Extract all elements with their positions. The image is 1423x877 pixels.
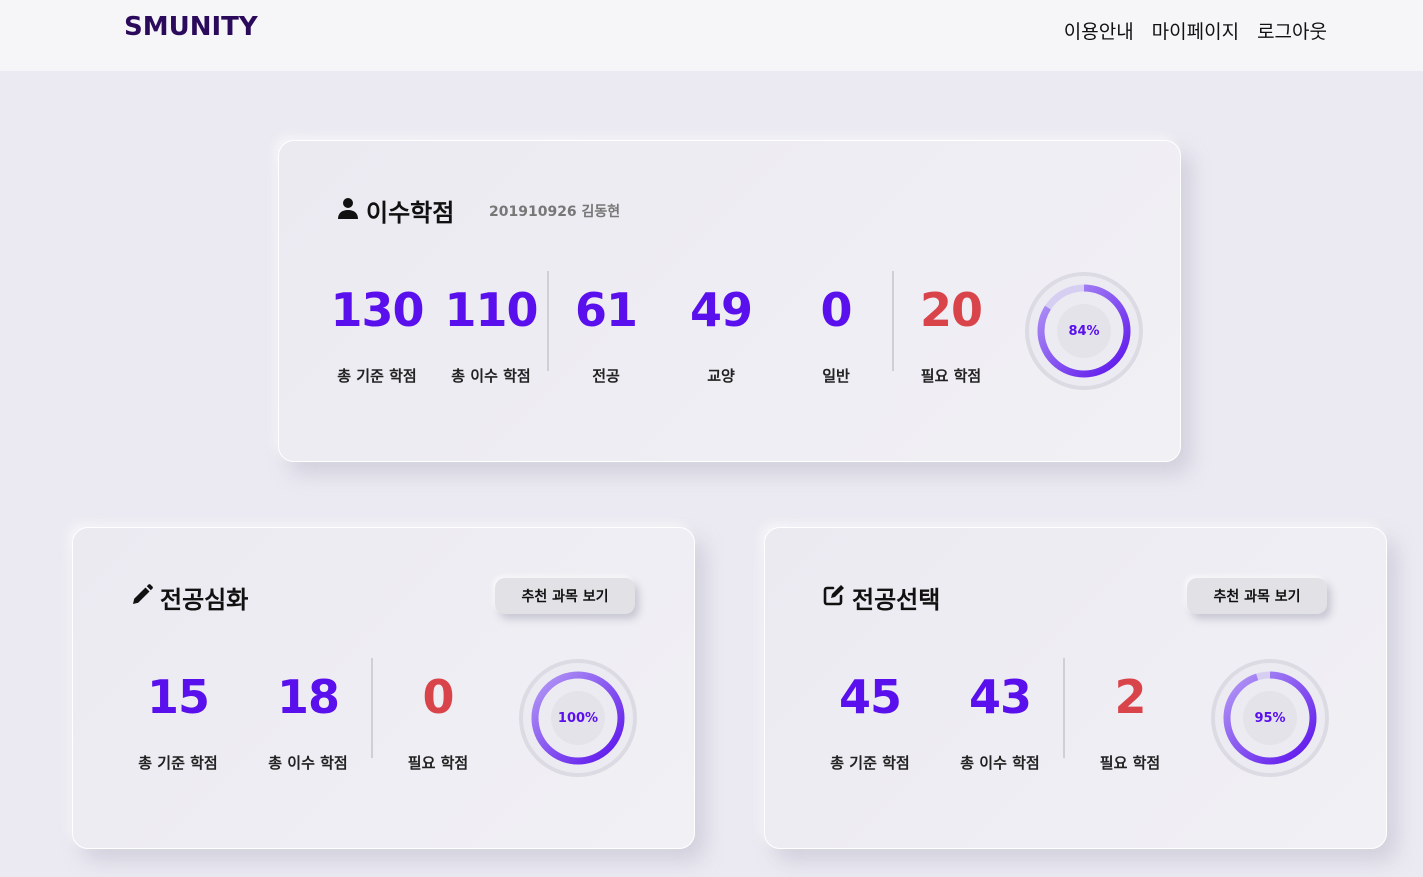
nav-guide-link[interactable]: 이용안내 [1064, 17, 1134, 44]
recommend-courses-button[interactable]: 추천 과목 보기 [495, 578, 635, 614]
stat-label: 총 이수 학점 [451, 367, 531, 385]
stat-total-standard: 130 총 기준 학점 [322, 287, 432, 386]
stat-value: 45 [838, 670, 902, 724]
stat-label: 전공 [592, 367, 620, 385]
stat-label: 교양 [707, 367, 735, 385]
stat-value: 130 [330, 283, 424, 337]
divider [547, 271, 549, 371]
stat-value: 0 [422, 670, 454, 724]
nav-links: 이용안내 마이페이지 로그아웃 [1064, 17, 1327, 44]
stat-value: 110 [444, 283, 538, 337]
stat-value: 0 [820, 283, 852, 337]
stat-required: 0 필요 학점 [383, 674, 493, 773]
progress-ring: 100% [518, 658, 638, 778]
logo[interactable]: SMUNITY [124, 12, 258, 42]
stat-total-standard: 15 총 기준 학점 [123, 674, 233, 773]
progress-percent: 84% [1068, 323, 1100, 339]
stat-total-standard: 45 총 기준 학점 [815, 674, 925, 773]
progress-ring: 84% [1024, 271, 1144, 391]
credits-title: 이수학점 [336, 193, 454, 228]
pencil-icon [130, 583, 154, 613]
student-info: 201910926 김동현 [489, 204, 621, 220]
stat-major: 61 전공 [551, 287, 661, 386]
stat-label: 총 기준 학점 [138, 754, 218, 772]
major-advanced-title: 전공심화 [130, 580, 248, 615]
stat-label: 필요 학점 [1099, 754, 1161, 772]
stat-required: 2 필요 학점 [1075, 674, 1185, 773]
nav-logout-link[interactable]: 로그아웃 [1257, 17, 1327, 44]
progress-ring: 95% [1210, 658, 1330, 778]
stat-liberal-arts: 49 교양 [666, 287, 776, 386]
stat-value: 18 [276, 670, 340, 724]
stat-total-completed: 43 총 이수 학점 [945, 674, 1055, 773]
divider [892, 271, 894, 371]
edit-icon [822, 583, 846, 613]
recommend-courses-button[interactable]: 추천 과목 보기 [1187, 578, 1327, 614]
user-icon [336, 196, 360, 226]
stat-value: 20 [919, 283, 983, 337]
progress-percent: 95% [1254, 710, 1286, 726]
stat-label: 필요 학점 [407, 754, 469, 772]
stat-label: 일반 [822, 367, 850, 385]
stat-label: 총 기준 학점 [337, 367, 417, 385]
major-elective-title-text: 전공선택 [852, 586, 941, 614]
stat-value: 49 [689, 283, 753, 337]
stat-label: 총 이수 학점 [960, 754, 1040, 772]
stat-value: 2 [1114, 670, 1146, 724]
nav-mypage-link[interactable]: 마이페이지 [1152, 17, 1239, 44]
progress-percent: 100% [557, 710, 599, 726]
divider [1063, 658, 1065, 758]
stat-value: 15 [146, 670, 210, 724]
stat-label: 총 기준 학점 [830, 754, 910, 772]
major-advanced-card: 전공심화 추천 과목 보기 15 총 기준 학점 18 총 이수 학점 0 필요… [72, 527, 695, 849]
stat-label: 필요 학점 [920, 367, 982, 385]
major-elective-card: 전공선택 추천 과목 보기 45 총 기준 학점 43 총 이수 학점 2 필요… [764, 527, 1387, 849]
stat-label: 총 이수 학점 [268, 754, 348, 772]
stat-general: 0 일반 [781, 287, 891, 386]
stat-value: 43 [968, 670, 1032, 724]
credits-card: 이수학점 201910926 김동현 130 총 기준 학점 110 총 이수 … [278, 140, 1181, 462]
stat-value: 61 [574, 283, 638, 337]
stat-total-completed: 18 총 이수 학점 [253, 674, 363, 773]
top-navbar: SMUNITY 이용안내 마이페이지 로그아웃 [0, 0, 1423, 71]
major-advanced-title-text: 전공심화 [160, 586, 249, 614]
stat-total-completed: 110 총 이수 학점 [436, 287, 546, 386]
credits-title-text: 이수학점 [366, 199, 455, 227]
divider [371, 658, 373, 758]
major-elective-title: 전공선택 [822, 580, 940, 615]
stat-required: 20 필요 학점 [896, 287, 1006, 386]
